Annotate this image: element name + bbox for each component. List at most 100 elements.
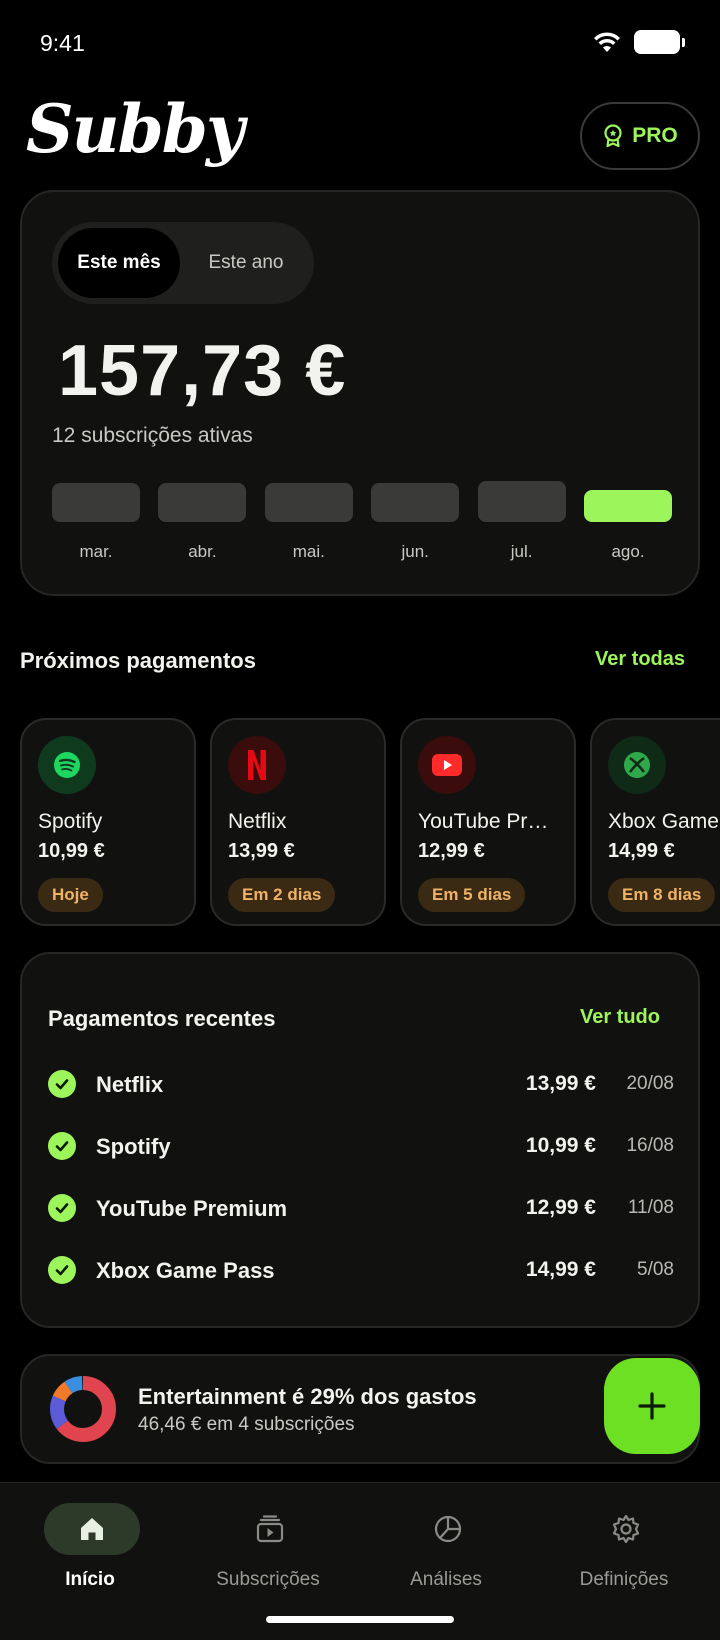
recent-payment-row[interactable]: Spotify 10,99 € 16/08 (48, 1126, 674, 1166)
month-bar-fill (584, 490, 672, 522)
see-all-recent-link[interactable]: Ver tudo (580, 1006, 660, 1029)
month-bar-1[interactable]: abr. (158, 482, 247, 572)
upcoming-card[interactable]: YouTube Pr… 12,99 € Em 5 dias (400, 718, 576, 926)
upcoming-name: Spotify (38, 810, 103, 833)
wifi-icon (594, 32, 620, 52)
month-bar-4[interactable]: jul. (477, 481, 566, 572)
upcoming-card[interactable]: Spotify 10,99 € Hoje (20, 718, 196, 926)
tab-label: Análises (410, 1569, 482, 1590)
upcoming-price: 14,99 € (608, 840, 675, 862)
see-all-upcoming-link[interactable]: Ver todas (595, 648, 685, 671)
recent-date: 20/08 (626, 1073, 674, 1094)
insight-card[interactable]: Entertainment é 29% dos gastos 46,46 € e… (20, 1354, 700, 1464)
pro-button[interactable]: PRO (580, 102, 700, 170)
category-donut-chart (50, 1376, 116, 1442)
month-bar-fill (477, 481, 566, 522)
badge-icon (604, 124, 622, 148)
upcoming-price: 12,99 € (418, 840, 485, 862)
subscriptions-icon (222, 1503, 318, 1555)
analytics-icon (400, 1503, 496, 1555)
insight-title: Entertainment é 29% dos gastos (138, 1384, 477, 1409)
check-icon (48, 1194, 76, 1222)
upcoming-price: 10,99 € (38, 840, 105, 862)
toggle-this-year[interactable]: Este ano (184, 228, 308, 298)
month-label: jun. (401, 542, 429, 561)
status-bar: 9:41 (0, 0, 720, 80)
xbox-icon (608, 736, 666, 794)
tab-home[interactable]: Início (0, 1503, 180, 1603)
period-toggle: Este mês Este ano (52, 222, 314, 304)
recent-payments-card: Pagamentos recentes Ver tudo Netflix 13,9… (20, 952, 700, 1328)
upcoming-list[interactable]: Spotify 10,99 € Hoje Netflix 13,99 € Em 2 dia… (20, 718, 720, 928)
month-bar-0[interactable]: mar. (52, 482, 140, 572)
recent-name: YouTube Premium (96, 1196, 288, 1221)
recent-name: Spotify (96, 1134, 171, 1159)
toggle-this-month[interactable]: Este mês (58, 228, 180, 298)
upcoming-title: Próximos pagamentos (20, 648, 256, 673)
tab-label: Subscrições (216, 1569, 320, 1590)
recent-price: 10,99 € (525, 1134, 596, 1157)
upcoming-price: 13,99 € (228, 840, 295, 862)
plus-icon (638, 1392, 666, 1420)
recent-name: Xbox Game Pass (96, 1258, 275, 1283)
recent-price: 14,99 € (525, 1258, 596, 1281)
check-icon (48, 1070, 76, 1098)
tab-gear[interactable]: Definições (534, 1503, 714, 1603)
total-amount: 157,73 € (58, 331, 347, 411)
tab-analytics[interactable]: Análises (356, 1503, 536, 1603)
tab-label: Definições (579, 1569, 669, 1590)
month-label: mai. (292, 542, 325, 561)
due-badge: Em 2 dias (228, 878, 336, 912)
gear-icon (578, 1503, 674, 1555)
header: Subby PRO (0, 90, 720, 180)
battery-icon (634, 30, 685, 54)
month-label: mar. (79, 542, 113, 561)
spotify-icon (38, 736, 96, 794)
netflix-icon (228, 736, 286, 794)
upcoming-card[interactable]: Xbox Game 14,99 € Em 8 dias (590, 718, 720, 926)
recent-payment-row[interactable]: Netflix 13,99 € 20/08 (48, 1064, 674, 1104)
month-bar-fill (371, 483, 460, 522)
month-bar-3[interactable]: jun. (371, 482, 460, 572)
pro-label: PRO (632, 124, 678, 147)
upcoming-name: Xbox Game (608, 810, 719, 833)
home-indicator (266, 1616, 454, 1623)
active-subscriptions-count: 12 subscrições ativas (52, 424, 253, 447)
add-subscription-button[interactable] (604, 1358, 700, 1454)
due-badge: Hoje (38, 878, 103, 912)
youtube-icon (418, 736, 476, 794)
check-icon (48, 1256, 76, 1284)
due-badge: Em 8 dias (608, 878, 716, 912)
due-badge: Em 5 dias (418, 878, 526, 912)
home-icon (44, 1503, 140, 1555)
status-icons (592, 30, 685, 54)
month-label: abr. (188, 542, 217, 561)
month-bar-2[interactable]: mai. (264, 482, 353, 572)
recent-price: 13,99 € (525, 1072, 596, 1095)
month-bar-fill (52, 483, 140, 522)
recent-date: 5/08 (637, 1259, 674, 1280)
month-bar-5[interactable]: ago. (584, 482, 672, 572)
tab-subscriptions[interactable]: Subscrições (178, 1503, 358, 1603)
upcoming-name: YouTube Pr… (418, 810, 549, 833)
insight-subtitle: 46,46 € em 4 subscrições (138, 1414, 355, 1435)
upcoming-header: Próximos pagamentos Ver todas (20, 648, 690, 678)
month-bar-fill (264, 483, 353, 522)
recent-date: 16/08 (626, 1135, 674, 1156)
summary-card: Este mês Este ano 157,73 € 12 subscriçõe… (20, 190, 700, 596)
status-time: 9:41 (40, 30, 85, 56)
monthly-bars: mar. abr. mai. jun. jul. ago. (52, 481, 672, 572)
upcoming-card[interactable]: Netflix 13,99 € Em 2 dias (210, 718, 386, 926)
month-bar-fill (158, 483, 247, 522)
recent-name: Netflix (96, 1072, 164, 1097)
recent-payment-row[interactable]: YouTube Premium 12,99 € 11/08 (48, 1188, 674, 1228)
app-logo: Subby (26, 90, 244, 168)
recent-date: 11/08 (627, 1197, 674, 1218)
check-icon (48, 1132, 76, 1160)
month-label: jul. (510, 542, 533, 561)
recent-payment-row[interactable]: Xbox Game Pass 14,99 € 5/08 (48, 1250, 674, 1290)
recent-price: 12,99 € (525, 1196, 596, 1219)
tab-label: Início (65, 1569, 115, 1590)
month-label: ago. (611, 542, 645, 561)
upcoming-name: Netflix (228, 810, 287, 833)
